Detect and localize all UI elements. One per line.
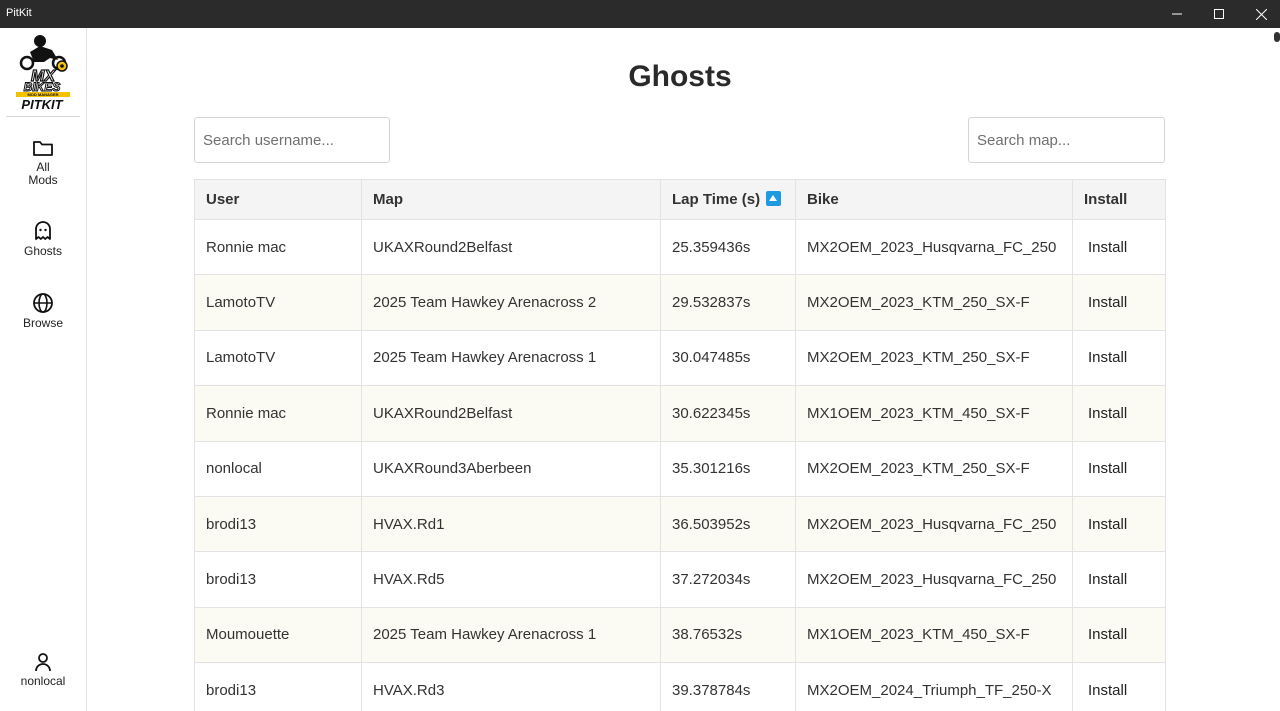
cell-bike: MX1OEM_2023_KTM_450_SX-F [795,606,1073,664]
cell-install: Install [1072,606,1166,664]
minimize-button[interactable] [1156,0,1198,28]
cell-bike: MX2OEM_2023_KTM_250_SX-F [795,274,1073,331]
sidebar-user-label: nonlocal [20,674,66,688]
ghosts-table: User Map Lap Time (s) Bike Install Ronni… [194,179,1166,711]
sidebar-item-browse[interactable]: Browse [0,292,86,330]
cell-lap: 29.532837s [660,274,796,331]
table-row: Moumouette 2025 Team Hawkey Arenacross 13… [194,606,1166,664]
install-button[interactable]: Install [1084,516,1131,533]
install-button[interactable]: Install [1084,682,1131,699]
install-button[interactable]: Install [1084,626,1131,643]
cell-install: Install [1072,274,1166,331]
cell-install: Install [1072,440,1166,497]
app-logo: MX BIKES MOD MANAGER PITKIT [16,35,70,112]
close-button[interactable] [1240,0,1280,28]
sidebar-item-all-mods[interactable]: All Mods [0,138,86,187]
install-button[interactable]: Install [1084,571,1131,588]
cell-lap: 36.503952s [660,495,796,553]
cell-lap: 37.272034s [660,551,796,608]
cell-map: 2025 Team Hawkey Arenacross 1 [361,329,661,387]
cell-install: Install [1072,662,1166,711]
cell-bike: MX2OEM_2023_Husqvarna_FC_250 [795,218,1073,276]
cell-map: HVAX.Rd5 [361,551,661,608]
cell-user: Ronnie mac [194,218,362,276]
install-button[interactable]: Install [1084,294,1131,311]
install-button[interactable]: Install [1084,349,1131,366]
cell-lap: 30.622345s [660,385,796,442]
svg-text:PITKIT: PITKIT [21,97,63,112]
cell-map: UKAXRound2Belfast [361,218,661,276]
maximize-icon [1214,9,1224,19]
install-button[interactable]: Install [1084,239,1131,256]
table-row: LamotoTV 2025 Team Hawkey Arenacross 1 30.… [194,329,1166,387]
table-row: nonlocal UKAXRound3Aberbeen 35.301216s MX2O… [194,440,1166,497]
cell-user: nonlocal [194,440,362,497]
column-header-install: Install [1072,179,1166,220]
cell-user: LamotoTV [194,329,362,387]
table-row: Ronnie mac UKAXRound2Belfast 25.359436s MX2… [194,218,1166,276]
sidebar-item-user[interactable]: nonlocal [0,652,86,688]
cell-bike: MX2OEM_2023_Husqvarna_FC_250 [795,551,1073,608]
search-map-input[interactable] [968,117,1165,163]
logo-divider [6,116,80,117]
close-icon [1255,8,1267,20]
table-row: brodi13 HVAX.Rd5 37.272034s MX2OEM_2023_Hus… [194,551,1166,608]
table-row: Ronnie mac UKAXRound2Belfast 30.622345s MX1… [194,385,1166,442]
sidebar: MX BIKES MOD MANAGER PITKIT All Mods Gho… [0,28,87,711]
cell-lap: 38.76532s [660,606,796,664]
ghost-icon [35,221,51,240]
cell-lap: 30.047485s [660,329,796,387]
column-header-lap-time[interactable]: Lap Time (s) [660,179,796,220]
install-button[interactable]: Install [1084,405,1131,422]
sidebar-item-label: All Mods [28,160,58,187]
cell-bike: MX2OEM_2024_Triumph_TF_250-X [795,662,1073,711]
sidebar-item-label: Ghosts [23,244,62,258]
column-header-user[interactable]: User [194,179,362,220]
cell-lap: 39.378784s [660,662,796,711]
cell-install: Install [1072,218,1166,276]
cell-bike: MX2OEM_2023_Husqvarna_FC_250 [795,495,1073,553]
cell-lap: 25.359436s [660,218,796,276]
sidebar-item-label: Browse [22,316,63,330]
cell-user: brodi13 [194,551,362,608]
globe-icon [33,293,53,313]
sort-ascending-icon[interactable] [766,191,782,206]
cell-map: HVAX.Rd1 [361,495,661,553]
cell-user: brodi13 [194,495,362,553]
cell-install: Install [1072,551,1166,608]
window-titlebar: PitKit [0,0,1280,28]
cell-map: UKAXRound3Aberbeen [361,440,661,497]
window-title: PitKit [6,7,32,19]
cell-user: brodi13 [194,662,362,711]
table-row: LamotoTV 2025 Team Hawkey Arenacross 2 29.… [194,274,1166,331]
maximize-button[interactable] [1198,0,1240,28]
scrollbar-thumb[interactable] [1274,32,1280,42]
cell-map: UKAXRound2Belfast [361,385,661,442]
table-row: brodi13 HVAX.Rd1 36.503952s MX2OEM_2023_Hus… [194,495,1166,553]
cell-install: Install [1072,385,1166,442]
table-row: brodi13 HVAX.Rd3 39.378784s MX2OEM_2024_Tri… [194,662,1166,711]
cell-user: Ronnie mac [194,385,362,442]
cell-install: Install [1072,495,1166,553]
page-title: Ghosts [628,60,732,93]
cell-bike: MX2OEM_2023_KTM_250_SX-F [795,440,1073,497]
cell-bike: MX1OEM_2023_KTM_450_SX-F [795,385,1073,442]
cell-map: 2025 Team Hawkey Arenacross 1 [361,606,661,664]
cell-user: Moumouette [194,606,362,664]
column-header-map[interactable]: Map [361,179,661,220]
user-icon [35,653,51,672]
table-header-row: User Map Lap Time (s) Bike Install [194,179,1166,220]
cell-map: 2025 Team Hawkey Arenacross 2 [361,274,661,331]
cell-lap: 35.301216s [660,440,796,497]
install-button[interactable]: Install [1084,460,1131,477]
folder-icon [33,141,53,156]
cell-install: Install [1072,329,1166,387]
search-username-input[interactable] [194,117,390,163]
cell-bike: MX2OEM_2023_KTM_250_SX-F [795,329,1073,387]
column-header-bike[interactable]: Bike [795,179,1073,220]
cell-user: LamotoTV [194,274,362,331]
sidebar-item-ghosts[interactable]: Ghosts [0,220,86,258]
cell-map: HVAX.Rd3 [361,662,661,711]
minimize-icon [1172,13,1182,15]
